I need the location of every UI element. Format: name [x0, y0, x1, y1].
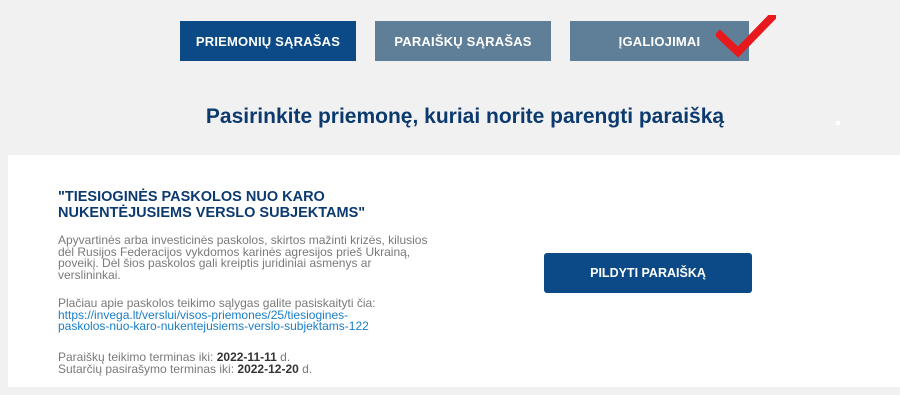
tab-bar: PRIEMONIŲ SĄRAŠAS PARAIŠKŲ SĄRAŠAS ĮGALI… — [0, 15, 900, 61]
contract-deadline-suffix: d. — [302, 362, 313, 376]
red-checkmark-icon — [716, 15, 776, 58]
tab-priemoniu-sarasas[interactable]: PRIEMONIŲ SĄRAŠAS — [180, 21, 356, 61]
measure-title: "TIESIOGINĖS PASKOLOS NUO KARO NUKENTĖJU… — [58, 189, 366, 221]
page-heading: Pasirinkite priemonę, kuriai norite pare… — [205, 105, 725, 128]
measure-card: "TIESIOGINĖS PASKOLOS NUO KARO NUKENTĖJU… — [8, 155, 900, 387]
measure-description: Apyvartinės arba investicinės paskolos, … — [58, 233, 428, 282]
tab-paraisku-sarasas[interactable]: PARAIŠKŲ SĄRAŠAS — [375, 21, 551, 61]
more-info: Plačiau apie paskolos teikimo sąlygas ga… — [58, 297, 438, 333]
contract-deadline-label: Sutarčių pasirašymo terminas iki: — [58, 362, 235, 376]
fill-application-button[interactable]: PILDYTI PARAIŠKĄ — [544, 253, 752, 293]
contract-deadline: Sutarčių pasirašymo terminas iki: 2022-1… — [58, 363, 312, 375]
contract-deadline-value: 2022-12-20 — [237, 362, 299, 376]
decorative-dot — [836, 121, 840, 125]
more-info-link[interactable]: https://invega.lt/verslui/visos-priemone… — [58, 309, 398, 333]
